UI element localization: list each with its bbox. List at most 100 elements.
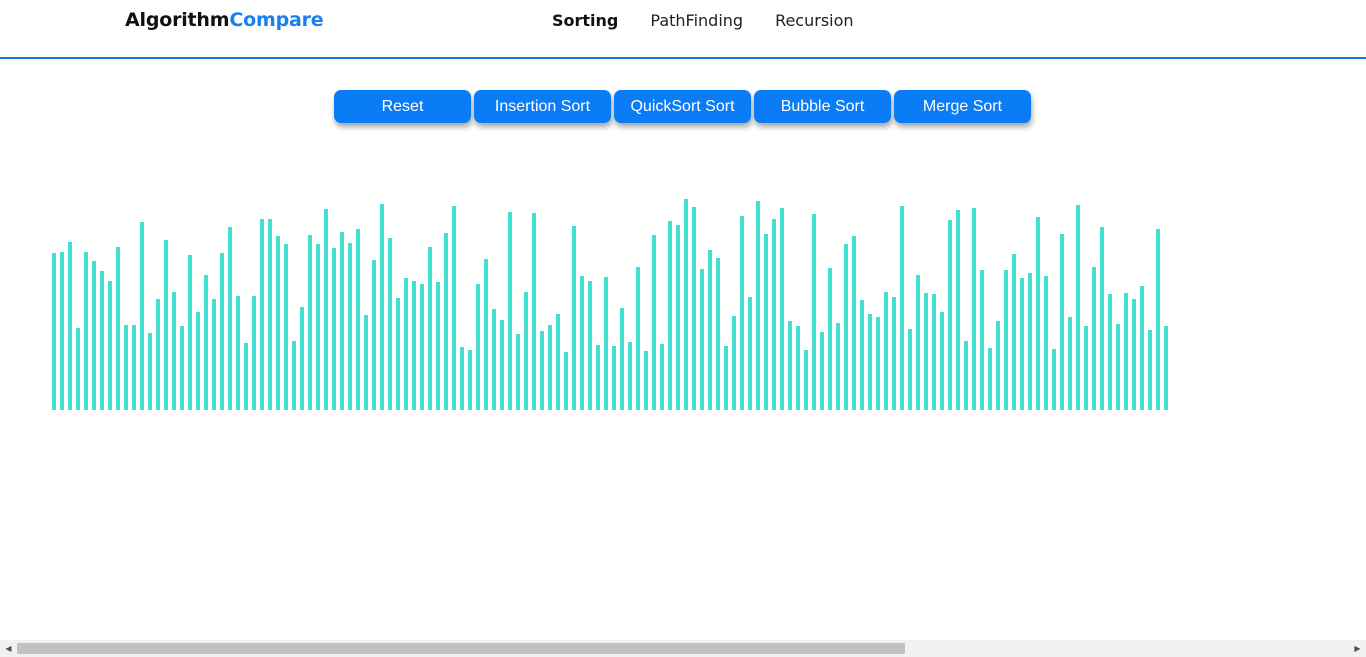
bubble-sort-button[interactable]: Bubble Sort bbox=[754, 90, 891, 123]
array-bar bbox=[524, 292, 528, 410]
array-bar bbox=[676, 225, 680, 410]
brand-logo[interactable]: AlgorithmCompare bbox=[125, 9, 324, 31]
insertion-sort-button[interactable]: Insertion Sort bbox=[474, 90, 611, 123]
array-bar bbox=[236, 296, 240, 410]
array-bar bbox=[1100, 227, 1104, 410]
array-bar bbox=[364, 315, 368, 410]
array-bar bbox=[124, 325, 128, 410]
array-bar bbox=[476, 284, 480, 410]
reset-button[interactable]: Reset bbox=[334, 90, 471, 123]
array-bar bbox=[92, 261, 96, 410]
array-bar bbox=[68, 242, 72, 410]
array-bar bbox=[492, 309, 496, 410]
array-bar bbox=[868, 314, 872, 410]
array-bar bbox=[1068, 317, 1072, 410]
array-bar bbox=[620, 308, 624, 410]
array-bar bbox=[52, 253, 56, 410]
array-bar bbox=[580, 276, 584, 410]
array-bar bbox=[60, 252, 64, 410]
array-bar bbox=[1028, 273, 1032, 410]
array-bar bbox=[76, 328, 80, 410]
array-bar bbox=[844, 244, 848, 410]
array-bar bbox=[532, 213, 536, 410]
array-bar bbox=[1132, 299, 1136, 410]
array-bar bbox=[604, 277, 608, 410]
array-bar bbox=[1004, 270, 1008, 410]
array-bar bbox=[828, 268, 832, 410]
merge-sort-button[interactable]: Merge Sort bbox=[894, 90, 1031, 123]
array-bar bbox=[220, 253, 224, 410]
array-bar bbox=[892, 297, 896, 410]
array-bar bbox=[788, 321, 792, 410]
array-bar bbox=[548, 325, 552, 410]
scroll-right-arrow-icon[interactable]: ▶ bbox=[1349, 640, 1366, 657]
array-bar bbox=[636, 267, 640, 410]
array-bar bbox=[1148, 330, 1152, 410]
array-bar bbox=[692, 207, 696, 410]
array-bar bbox=[324, 209, 328, 410]
quicksort-button[interactable]: QuickSort Sort bbox=[614, 90, 751, 123]
array-bar bbox=[500, 320, 504, 410]
array-bar bbox=[556, 314, 560, 410]
array-bar bbox=[468, 350, 472, 410]
array-bar bbox=[188, 255, 192, 410]
array-bar bbox=[900, 206, 904, 410]
array-bar bbox=[1124, 293, 1128, 410]
array-bar bbox=[1092, 267, 1096, 410]
array-bar bbox=[436, 282, 440, 410]
array-bar bbox=[460, 347, 464, 410]
brand-name-part2: Compare bbox=[229, 9, 324, 31]
array-bar bbox=[612, 346, 616, 410]
nav-link-sorting[interactable]: Sorting bbox=[552, 11, 618, 30]
array-bar bbox=[348, 243, 352, 410]
array-bar bbox=[332, 248, 336, 410]
array-bar bbox=[516, 334, 520, 410]
array-bar bbox=[1060, 234, 1064, 410]
array-bar bbox=[388, 238, 392, 410]
array-bar bbox=[812, 214, 816, 410]
array-bar bbox=[948, 220, 952, 410]
array-bar bbox=[356, 229, 360, 410]
array-bar bbox=[1052, 349, 1056, 410]
array-bar bbox=[876, 317, 880, 410]
horizontal-scrollbar[interactable]: ◀ ▶ bbox=[0, 640, 1366, 657]
array-bar bbox=[964, 341, 968, 410]
array-bar bbox=[420, 284, 424, 410]
array-bar bbox=[380, 204, 384, 410]
array-bar bbox=[972, 208, 976, 410]
array-bar bbox=[572, 226, 576, 410]
array-bar bbox=[1012, 254, 1016, 410]
array-bar bbox=[764, 234, 768, 410]
array-bar bbox=[316, 244, 320, 410]
sorting-bars-chart bbox=[52, 190, 1172, 410]
array-bar bbox=[116, 247, 120, 410]
array-bar bbox=[740, 216, 744, 410]
array-bar bbox=[836, 323, 840, 410]
array-bar bbox=[1108, 294, 1112, 410]
array-bar bbox=[308, 235, 312, 410]
array-bar bbox=[268, 219, 272, 410]
array-bar bbox=[716, 258, 720, 410]
array-bar bbox=[820, 332, 824, 410]
array-bar bbox=[652, 235, 656, 410]
array-bar bbox=[1076, 205, 1080, 410]
array-bar bbox=[980, 270, 984, 410]
nav-link-recursion[interactable]: Recursion bbox=[775, 11, 853, 30]
brand-name-part1: Algorithm bbox=[125, 9, 230, 31]
array-bar bbox=[412, 281, 416, 410]
nav-link-pathfinding[interactable]: PathFinding bbox=[650, 11, 743, 30]
array-bar bbox=[884, 292, 888, 410]
array-bar bbox=[916, 275, 920, 410]
array-bar bbox=[276, 236, 280, 410]
array-bar bbox=[596, 345, 600, 410]
array-bar bbox=[84, 252, 88, 410]
array-bar bbox=[732, 316, 736, 410]
scroll-left-arrow-icon[interactable]: ◀ bbox=[0, 640, 17, 657]
array-bar bbox=[1140, 286, 1144, 410]
array-bar bbox=[1044, 276, 1048, 410]
array-bar bbox=[172, 292, 176, 410]
array-bar bbox=[708, 250, 712, 410]
array-bar bbox=[956, 210, 960, 410]
array-bar bbox=[300, 307, 304, 410]
scrollbar-thumb[interactable] bbox=[17, 643, 905, 654]
